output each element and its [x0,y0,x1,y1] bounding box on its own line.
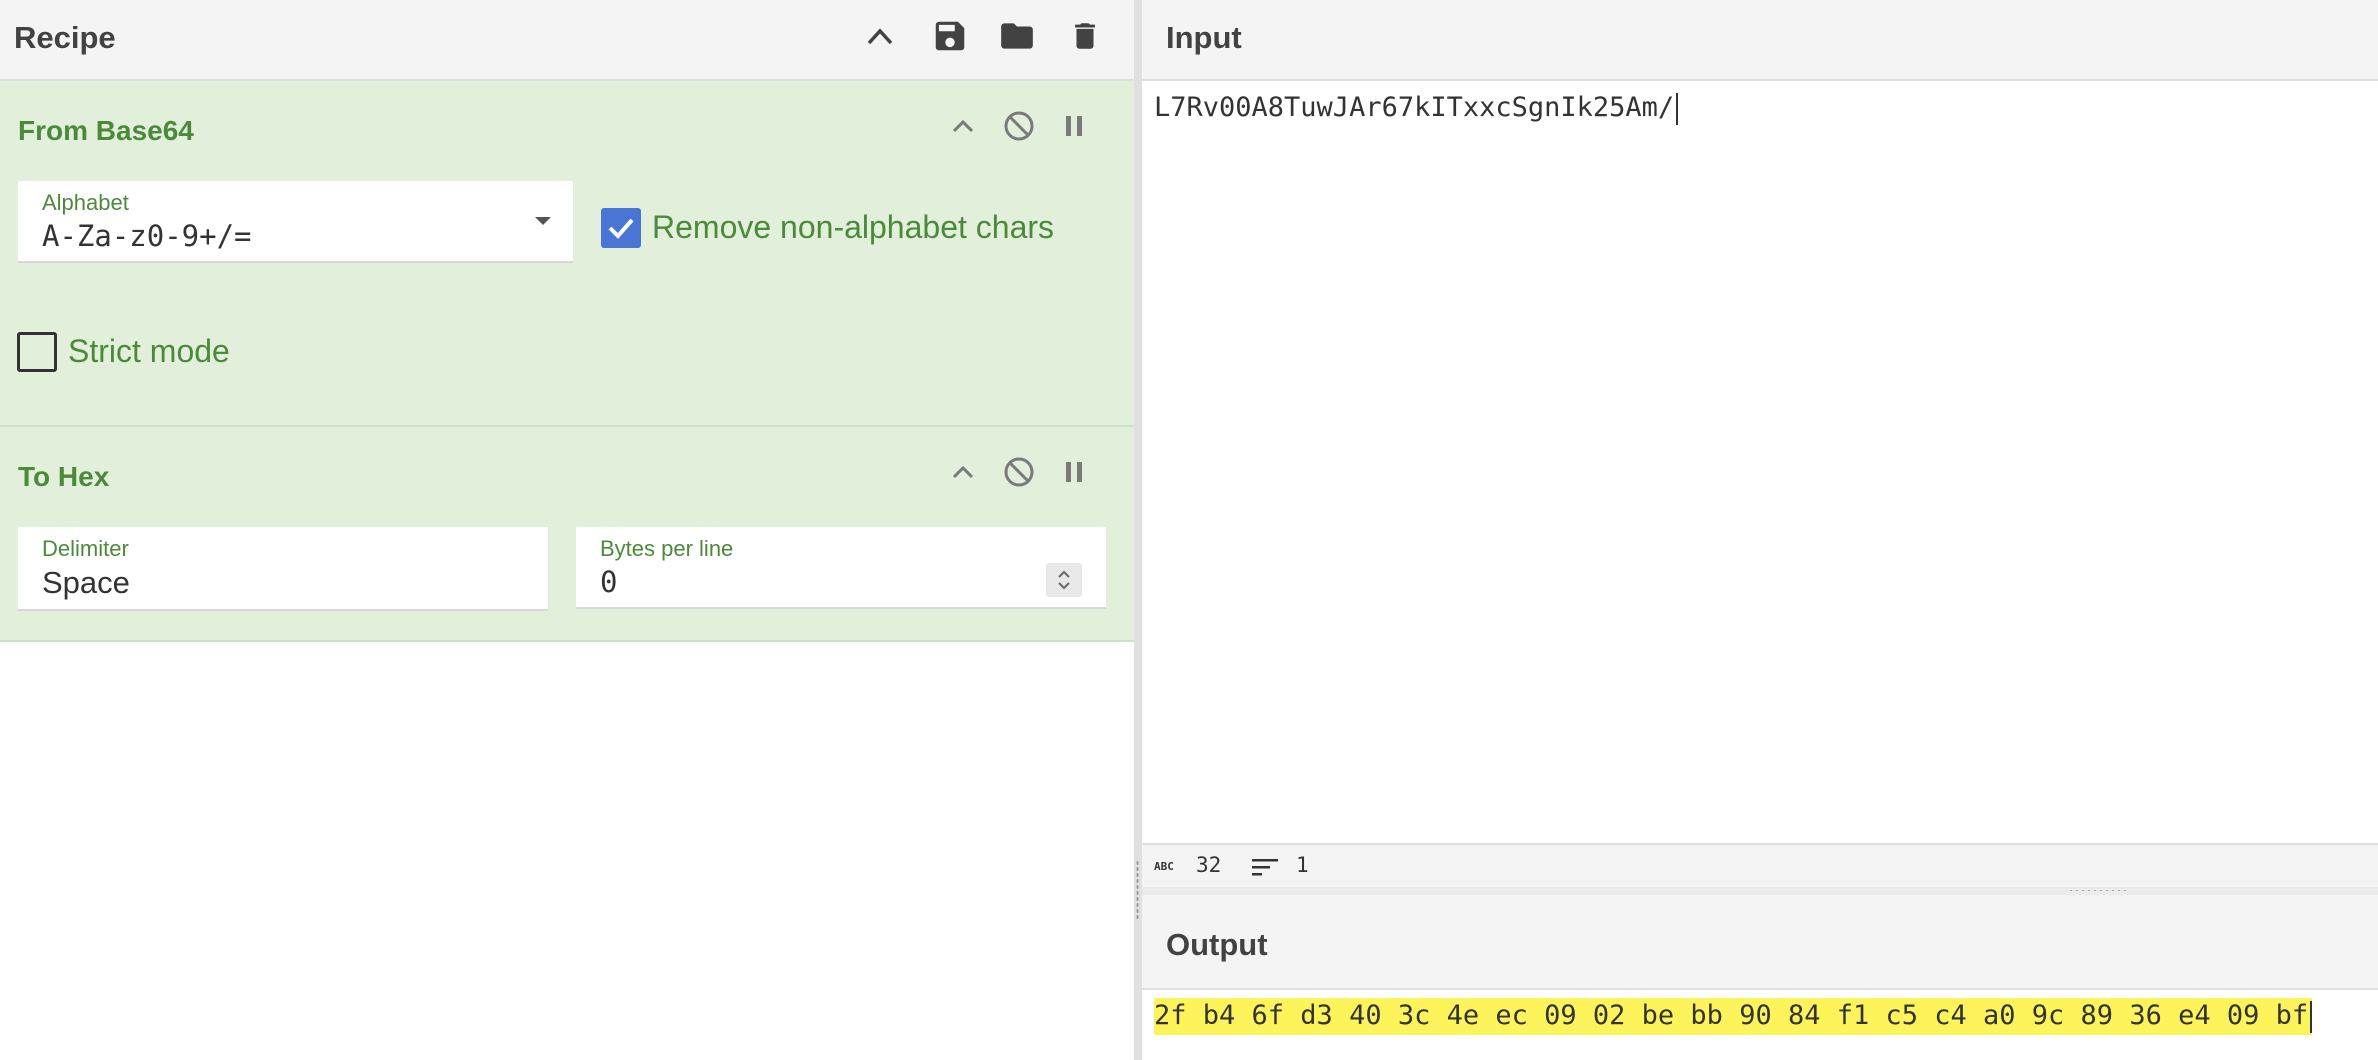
alphabet-select[interactable]: Alphabet A-Za-z0-9+/= [18,181,573,263]
recipe-header: Recipe [0,0,1134,81]
operation-from-base64[interactable]: From Base64 Alphabet A-Za-z0-9+/= Remove… [0,81,1134,427]
load-recipe-button[interactable] [993,14,1041,58]
output-text: 2f b4 6f d3 40 3c 4e ec 09 02 be bb 90 8… [1154,998,2313,1035]
delimiter-value: Space [42,565,130,600]
resize-grip [2068,889,2130,892]
folder-icon [1001,23,1033,49]
number-stepper[interactable] [1046,563,1082,597]
alphabet-label: Alphabet [42,190,129,215]
strict-mode-label: Strict mode [68,333,230,369]
operation-title: From Base64 [18,115,194,146]
save-recipe-button[interactable] [926,14,974,58]
text-caret [1676,92,1679,125]
stepper-icon [1058,570,1070,590]
remove-non-alphabet-label: Remove non-alphabet chars [652,209,1055,245]
input-header: Input [1142,0,2378,81]
delimiter-select[interactable]: Delimiter Space [18,527,548,611]
divider-grip [1136,860,1139,920]
char-count: 32 [1196,853,1222,877]
pause-icon [1066,462,1082,482]
remove-non-alphabet-checkbox[interactable] [601,208,641,248]
output-header: Output [1142,895,2378,990]
strict-mode-checkbox[interactable] [17,332,57,372]
output-value: 2f b4 6f d3 40 3c 4e ec 09 02 be bb 90 8… [1154,1000,2309,1031]
input-title: Input [1166,20,1242,55]
save-icon [935,21,965,51]
bytes-per-line-label: Bytes per line [600,536,734,561]
output-title: Output [1166,927,1268,962]
bytes-per-line-value: 0 [600,565,618,599]
alphabet-value: A-Za-z0-9+/= [42,219,252,253]
io-resize-handle[interactable] [1142,887,2378,895]
operation-breakpoint-button[interactable] [1054,106,1094,146]
operation-disable-button[interactable] [999,106,1039,146]
input-status-bar: ABC 32 1 [1142,843,2378,887]
pane-divider[interactable] [1134,0,1142,1060]
operation-title: To Hex [18,461,110,492]
pause-icon [1066,116,1082,136]
input-textarea[interactable]: L7Rv00A8TuwJAr67kITxxcSgnIk25Am/ [1142,81,2378,843]
line-count: 1 [1296,853,1309,877]
disable-icon [1004,111,1034,141]
operation-collapse-button[interactable] [943,452,983,492]
collapse-all-button[interactable] [856,14,904,58]
recipe-pane: Recipe From Base64 Alphabet A-Za-z0-9+/= [0,0,1134,1060]
operation-disable-button[interactable] [999,452,1039,492]
input-value: L7Rv00A8TuwJAr67kITxxcSgnIk25Am/ [1154,92,1675,123]
checkmark-icon [608,218,634,239]
recipe-title: Recipe [14,20,116,55]
disable-icon [1004,457,1034,487]
lines-icon [1252,859,1278,876]
chevron-up-icon [952,465,974,479]
abc-icon: ABC [1154,860,1174,873]
svg-text:ABC: ABC [1154,860,1174,873]
delimiter-label: Delimiter [42,536,129,561]
operation-breakpoint-button[interactable] [1054,452,1094,492]
trash-icon [1075,23,1095,49]
chevron-up-icon [867,28,893,45]
text-caret [2310,1000,2313,1033]
bytes-per-line-input[interactable]: Bytes per line 0 [576,527,1106,609]
operation-collapse-button[interactable] [943,106,983,146]
io-pane: Input L7Rv00A8TuwJAr67kITxxcSgnIk25Am/ A… [1142,0,2378,1060]
dropdown-arrow-icon [535,217,551,225]
input-text: L7Rv00A8TuwJAr67kITxxcSgnIk25Am/ [1154,92,1679,125]
chevron-up-icon [952,119,974,133]
output-area[interactable]: 2f b4 6f d3 40 3c 4e ec 09 02 be bb 90 8… [1142,990,2378,1060]
clear-recipe-button[interactable] [1061,14,1109,58]
operation-to-hex[interactable]: To Hex Delimiter Space Bytes per line 0 [0,427,1134,642]
